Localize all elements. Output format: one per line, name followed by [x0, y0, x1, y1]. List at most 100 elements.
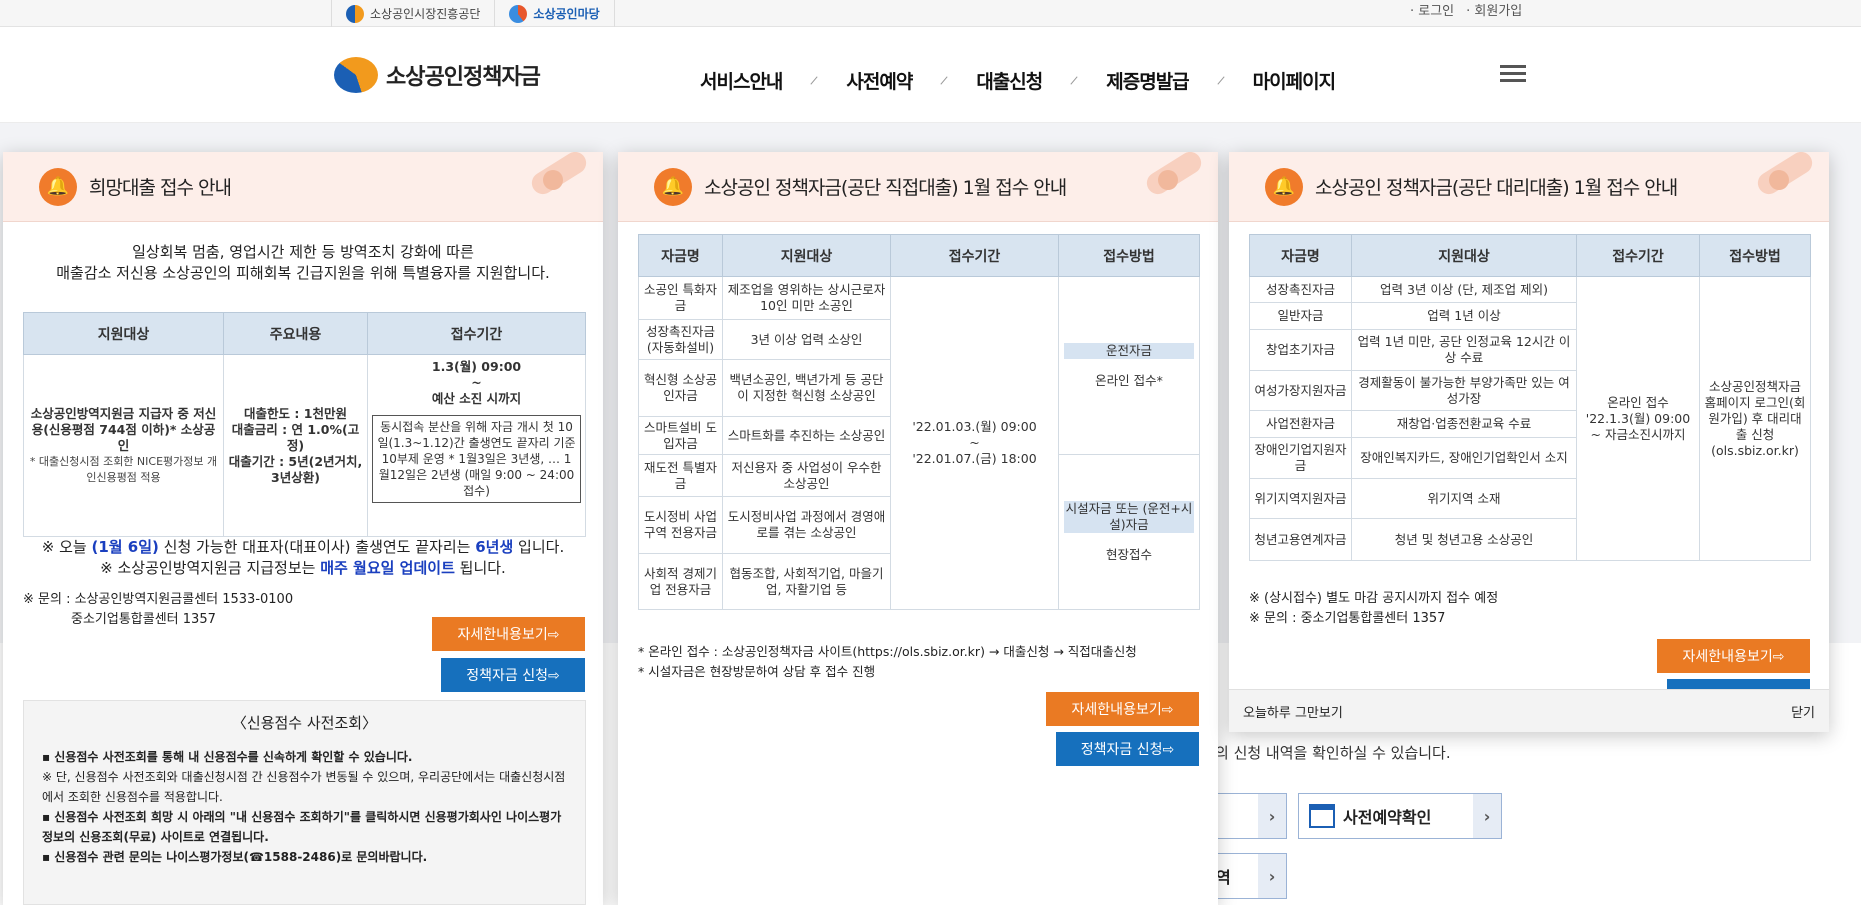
fund-name: 소공인 특화자금	[638, 276, 723, 320]
today-date: (1월 6일)	[91, 538, 159, 556]
target-main: 소상공인방역지원금 지급자 중 저신용(신용평점 744점 이하)* 소상공인	[30, 405, 217, 453]
fund-target: 제조업을 영위하는 상시근로자 10인 미만 소공인	[722, 276, 891, 320]
table-header: 자금명	[1249, 234, 1352, 277]
note-line: ※ 문의 : 중소기업통합콜센터 1357	[1249, 611, 1446, 626]
fund-target: 재창업·업종전환교육 수료	[1351, 410, 1577, 438]
popup-agency-loan: 🔔 소상공인 정책자금(공단 대리대출) 1월 접수 안내 자금명 지원대상 접…	[1229, 152, 1829, 732]
popup-title: 소상공인 정책자금(공단 직접대출) 1월 접수 안내	[704, 177, 1067, 199]
site-link-semas[interactable]: 소상공인시장진흥공단	[332, 0, 496, 27]
method-text: 현장접수	[1105, 547, 1152, 562]
reservation-check-button[interactable]: 사전예약확인 ›	[1298, 793, 1502, 839]
fund-name: 여성가장지원자금	[1249, 370, 1352, 411]
background-quick-button-2[interactable]: 역 ›	[1215, 853, 1287, 899]
popup-title: 소상공인 정책자금(공단 대리대출) 1월 접수 안내	[1315, 177, 1678, 199]
logo-mark-icon	[334, 57, 378, 93]
nav-separator	[1217, 76, 1225, 85]
fund-target: 업력 3년 이상 (단, 제조업 제외)	[1351, 276, 1577, 303]
utility-bar: 소상공인시장진흥공단 소상공인마당 · 로그인 · 회원가입	[0, 0, 1861, 27]
today-suffix: 입니다.	[513, 538, 565, 556]
bell-icon: 🔔	[654, 167, 692, 206]
credit-check-box: 〈신용점수 사전조회〉 ▪ 신용점수 사전조회를 통해 내 신용점수를 신속하게…	[23, 700, 586, 905]
table-header: 지원대상	[1351, 234, 1577, 277]
table-header: 지원대상	[722, 234, 891, 277]
fund-target: 3년 이상 업력 소상인	[722, 319, 891, 360]
nav-item-reservation[interactable]: 사전예약	[846, 67, 913, 94]
table-cell-method-online: 운전자금 온라인 접수*	[1058, 276, 1200, 455]
site-logo[interactable]: 소상공인정책자금	[334, 57, 541, 93]
popup-header: 🔔 소상공인 정책자금(공단 대리대출) 1월 접수 안내	[1229, 152, 1829, 222]
background-quick-button[interactable]: ›	[1215, 793, 1287, 839]
today-mid: 신청 가능한 대표자(대표이사) 출생연도 끝자리는	[158, 538, 476, 556]
fund-name: 청년고용연계자금	[1249, 518, 1352, 561]
table-header: 접수방법	[1058, 234, 1200, 277]
fund-name: 재도전 특별자금	[638, 454, 723, 497]
table-header: 지원대상	[23, 312, 224, 355]
decoration	[1158, 170, 1178, 190]
fund-target: 위기지역 소재	[1351, 478, 1577, 519]
update-suffix: 됩니다.	[454, 559, 506, 577]
detail-button[interactable]: 자세한내용보기⇨	[1657, 639, 1810, 673]
detail-button[interactable]: 자세한내용보기⇨	[1046, 692, 1199, 726]
fund-name: 성장촉진자금	[1249, 276, 1352, 303]
fund-name: 위기지역지원자금	[1249, 478, 1352, 519]
method-text: 온라인 접수*	[1095, 372, 1163, 388]
fund-name: 사회적 경제기업 전용자금	[638, 553, 723, 610]
note-line: * 온라인 접수 : 소상공인정책자금 사이트(https://ols.sbiz…	[638, 644, 1137, 659]
fund-name: 일반자금	[1249, 302, 1352, 330]
popup-footer: 오늘하루 그만보기 닫기	[1229, 689, 1829, 732]
nav-separator	[1070, 76, 1078, 85]
apply-button-partial[interactable]	[1667, 679, 1810, 689]
fund-target: 스마트화를 추진하는 소상공인	[722, 416, 891, 455]
decoration	[543, 170, 563, 190]
table-cell-method-onsite: 시설자금 또는 (운전+시설)자금 현장접수	[1058, 454, 1200, 610]
table-header: 주요내용	[223, 312, 368, 355]
table-header: 접수기간	[367, 312, 586, 355]
join-link[interactable]: · 회원가입	[1466, 0, 1522, 19]
apply-button[interactable]: 정책자금 신청⇨	[1056, 732, 1199, 766]
login-link[interactable]: · 로그인	[1410, 0, 1454, 19]
fund-target: 저신용자 중 사업성이 우수한 소상공인	[722, 454, 891, 497]
nav-item-service[interactable]: 서비스안내	[700, 67, 783, 94]
rotation-box: 동시접속 분산을 위해 자금 개시 첫 10일(1.3~1.12)간 출생연도 …	[372, 415, 581, 503]
nav-item-loan[interactable]: 대출신청	[976, 67, 1043, 94]
table-cell-period: '22.01.03.(월) 09:00 ~ '22.01.07.(금) 18:0…	[890, 276, 1059, 610]
site-link-label: 소상공인시장진흥공단	[370, 7, 481, 21]
hamburger-menu-icon[interactable]	[1500, 65, 1526, 85]
fund-target: 청년 및 청년고용 소상공인	[1351, 518, 1577, 561]
detail-button[interactable]: 자세한내용보기⇨	[432, 617, 585, 651]
credit-title: 〈신용점수 사전조회〉	[231, 714, 378, 732]
apply-button[interactable]: 정책자금 신청⇨	[441, 658, 585, 692]
update-highlight: 매주 월요일 업데이트	[320, 559, 455, 577]
dont-show-today-link[interactable]: 오늘하루 그만보기	[1243, 702, 1343, 721]
fund-name: 장애인기업지원자금	[1249, 437, 1352, 479]
popup-hope-loan: 🔔 희망대출 접수 안내 일상회복 멈춤, 영업시간 제한 등 방역조치 강화에…	[3, 152, 603, 905]
table-header: 자금명	[638, 234, 723, 277]
credit-line: ▪ 신용점수 사전조회를 통해 내 신용점수를 신속하게 확인할 수 있습니다.	[42, 750, 413, 764]
fund-target: 도시정비사업 과정에서 경영애로를 겪는 소상공인	[722, 496, 891, 554]
update-prefix: ※ 소상공인방역지원금 지급정보는	[100, 559, 321, 577]
method-tag: 시설자금 또는 (운전+시설)자금	[1064, 501, 1194, 533]
hope-loan-table: 지원대상 주요내용 접수기간 소상공인방역지원금 지급자 중 저신용(신용평점 …	[23, 312, 586, 537]
content-term: 대출기간 : 5년(2년거치, 3년상환)	[228, 453, 363, 485]
site-link-madang[interactable]: 소상공인마당	[495, 0, 615, 27]
close-link[interactable]: 닫기	[1791, 702, 1815, 721]
period-tilde: ~	[471, 375, 482, 390]
popup-header: 🔔 소상공인 정책자금(공단 직접대출) 1월 접수 안내	[618, 152, 1218, 222]
popup-title: 희망대출 접수 안내	[89, 177, 232, 199]
nav-separator	[810, 76, 819, 85]
direct-loan-table: 자금명 지원대상 접수기간 접수방법 소공인 특화자금 제조업을 영위하는 상시…	[638, 234, 1200, 610]
contact-info: ※ 문의 : 소상공인방역지원금콜센터 1533-0100 중소기업통합콜센터 …	[23, 590, 293, 630]
fund-target: 협동조합, 사회적기업, 마을기업, 자활기업 등	[722, 553, 891, 610]
popup-direct-loan: 🔔 소상공인 정책자금(공단 직접대출) 1월 접수 안내 자금명 지원대상 접…	[618, 152, 1218, 905]
decoration	[1769, 170, 1789, 190]
nav-item-mypage[interactable]: 마이페이지	[1253, 67, 1336, 94]
nav-item-certificate[interactable]: 제증명발급	[1106, 67, 1189, 94]
intro-line: 일상회복 멈춤, 영업시간 제한 등 방역조치 강화에 따른	[132, 243, 474, 261]
content-limit: 대출한도 : 1천만원	[244, 405, 347, 421]
family-sites: 소상공인시장진흥공단 소상공인마당	[331, 0, 615, 27]
today-year: 6년생	[475, 538, 514, 556]
agency-loan-table: 자금명 지원대상 접수기간 접수방법 성장촉진자금 업력 3년 이상 (단, 제…	[1249, 234, 1811, 561]
table-header: 접수기간	[890, 234, 1059, 277]
fund-target: 업력 1년 이상	[1351, 302, 1577, 330]
target-note: * 대출신청시점 조회한 NICE평가정보 개인신용평점 적용	[29, 454, 218, 484]
